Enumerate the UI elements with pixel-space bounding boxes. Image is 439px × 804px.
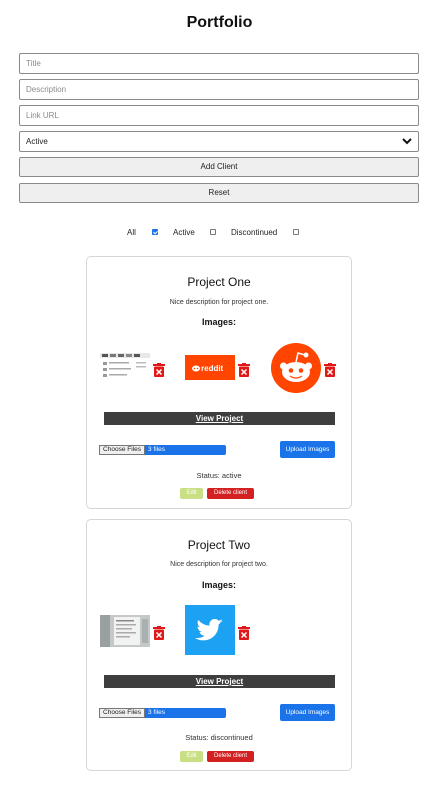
project-card: Project One Nice description for project… [86, 256, 352, 509]
title-input[interactable] [19, 53, 419, 74]
images-label: Images: [201, 317, 236, 327]
filter-active-checkbox[interactable] [210, 229, 216, 235]
filter-all-checkbox[interactable] [152, 229, 158, 235]
screenshot-thumbnail [100, 615, 150, 647]
reddit-alien-logo [271, 343, 321, 393]
trash-icon[interactable] [238, 363, 250, 377]
status-text: Status: active [196, 471, 242, 480]
edit-button[interactable]: Edit [180, 488, 203, 499]
filter-discontinued-checkbox[interactable] [293, 229, 299, 235]
filter-discontinued-label: Discontinued [231, 228, 278, 237]
delete-client-button[interactable]: Delete client [207, 751, 254, 762]
project-description: Nice description for project one. [169, 299, 269, 306]
reset-button[interactable]: Reset [19, 183, 419, 203]
svg-text:reddit: reddit [201, 364, 224, 373]
project-card: Project Two Nice description for project… [86, 519, 352, 771]
choose-files-button[interactable]: Choose Files [99, 708, 145, 718]
delete-client-button[interactable]: Delete client [207, 488, 254, 499]
view-project-label: View Project [195, 414, 244, 423]
add-client-button[interactable]: Add Client [19, 157, 419, 177]
trash-icon[interactable] [238, 626, 250, 640]
chevron-down-icon [402, 138, 412, 145]
trash-icon[interactable] [324, 363, 336, 377]
view-project-link[interactable]: View Project [104, 675, 335, 688]
screenshot-thumbnail [100, 353, 150, 383]
twitter-logo [185, 605, 235, 655]
reddit-logo-banner: reddit [185, 355, 235, 380]
images-label: Images: [201, 580, 236, 590]
upload-images-button[interactable]: Upload Images [280, 704, 335, 721]
status-select-value: Active [26, 137, 48, 146]
description-input[interactable] [19, 79, 419, 100]
status-text: Status: discontinued [185, 733, 253, 742]
file-input[interactable]: Choose Files 3 files [99, 445, 226, 455]
view-project-link[interactable]: View Project [104, 412, 335, 425]
upload-images-button[interactable]: Upload Images [280, 441, 335, 458]
file-count: 3 files [148, 446, 165, 453]
edit-button[interactable]: Edit [180, 751, 203, 762]
choose-files-button[interactable]: Choose Files [99, 445, 145, 455]
filter-all-label: All [127, 228, 136, 237]
view-project-label: View Project [195, 677, 244, 686]
project-title: Project Two [187, 538, 251, 552]
link-url-input[interactable] [19, 105, 419, 126]
file-count: 3 files [148, 709, 165, 716]
project-title: Project One [187, 275, 251, 289]
status-select[interactable]: Active [19, 131, 419, 152]
trash-icon[interactable] [153, 626, 165, 640]
project-description: Nice description for project two. [170, 561, 268, 568]
page-title: Portfolio [186, 14, 253, 31]
filter-active-label: Active [173, 228, 195, 237]
file-input[interactable]: Choose Files 3 files [99, 708, 226, 718]
trash-icon[interactable] [153, 363, 165, 377]
